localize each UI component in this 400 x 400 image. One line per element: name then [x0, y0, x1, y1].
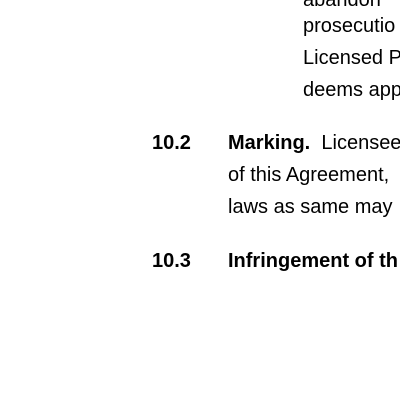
section-heading: Marking.	[228, 132, 311, 154]
section-first-line: Marking. Licensee	[228, 131, 400, 155]
section-number: 10.3	[152, 250, 191, 272]
paragraph-line: abandon	[303, 0, 381, 11]
section-heading: Infringement of th	[228, 250, 398, 272]
paragraph-text: Licensee	[321, 132, 400, 154]
document-page: abandon prosecutio Licensed P deems app …	[0, 0, 400, 400]
paragraph-line: Licensed P	[303, 47, 400, 69]
paragraph-line: of this Agreement,	[228, 164, 390, 186]
paragraph-line: deems app	[303, 79, 400, 101]
section-number: 10.2	[152, 132, 191, 154]
paragraph-line: prosecutio	[303, 15, 396, 37]
paragraph-line: laws as same may	[228, 196, 393, 218]
